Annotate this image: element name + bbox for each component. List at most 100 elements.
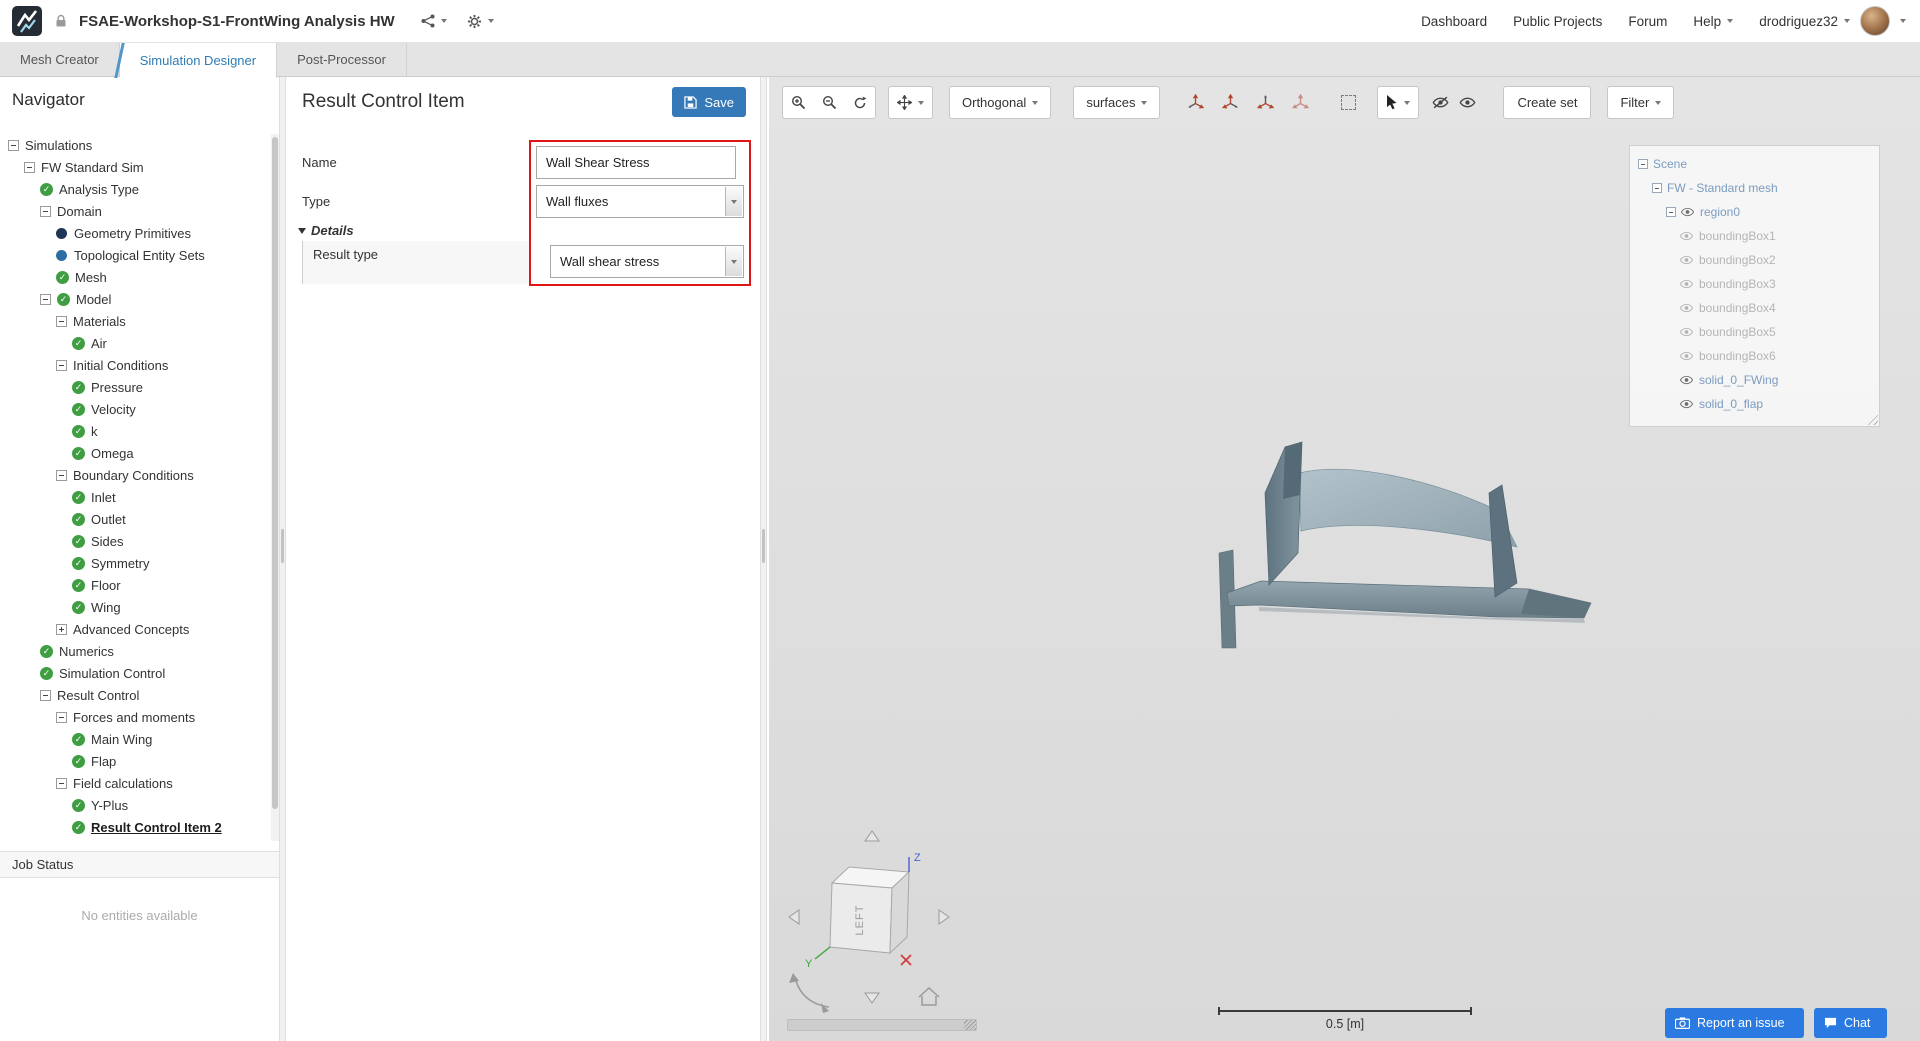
topnav-dashboard[interactable]: Dashboard [1421, 14, 1487, 29]
nav-tree-item-field-calculations[interactable]: Field calculations [0, 772, 270, 794]
tree-expander-icon[interactable] [40, 206, 51, 217]
share-button[interactable] [421, 14, 447, 28]
nav-tree-item-air[interactable]: ✓Air [0, 332, 270, 354]
pan-tool-icon[interactable] [889, 87, 932, 118]
nav-tree-item-mesh[interactable]: ✓Mesh [0, 266, 270, 288]
tree-expander-icon[interactable] [56, 360, 67, 371]
nav-tree-item-numerics[interactable]: ✓Numerics [0, 640, 270, 662]
nav-tree-item-wing[interactable]: ✓Wing [0, 596, 270, 618]
scene-tree-item-boundingbox1[interactable]: boundingBox1 [1634, 224, 1875, 248]
rotate-down-arrow[interactable] [865, 993, 879, 1003]
app-logo-icon[interactable] [12, 6, 42, 36]
projection-dropdown[interactable]: Orthogonal [950, 87, 1050, 118]
tree-expander-icon[interactable] [56, 316, 67, 327]
tree-expander-icon[interactable] [56, 778, 67, 789]
visibility-eye-icon[interactable] [1680, 375, 1693, 385]
tree-expander-icon[interactable] [8, 140, 19, 151]
scene-tree-item-solid-0-fwing[interactable]: solid_0_FWing [1634, 368, 1875, 392]
select-arrow-icon[interactable] [725, 247, 742, 276]
tab-post-processor[interactable]: Post-Processor [277, 43, 407, 76]
rotate-right-arrow[interactable] [939, 910, 949, 924]
filter-dropdown[interactable]: Filter [1608, 87, 1673, 118]
visibility-eye-icon[interactable] [1680, 399, 1693, 409]
nav-tree-item-boundary-conditions[interactable]: Boundary Conditions [0, 464, 270, 486]
tree-expander-icon[interactable] [56, 624, 67, 635]
visibility-eye-icon[interactable] [1680, 327, 1693, 337]
orientation-cube[interactable]: LEFT Z Y [777, 825, 967, 1030]
avatar[interactable] [1860, 6, 1890, 36]
topnav-help[interactable]: Help [1693, 14, 1733, 29]
visibility-eye-icon[interactable] [1680, 255, 1693, 265]
nav-tree-item-inlet[interactable]: ✓Inlet [0, 486, 270, 508]
nav-tree-item-velocity[interactable]: ✓Velocity [0, 398, 270, 420]
tree-expander-icon[interactable] [40, 294, 51, 305]
front-wing-model[interactable] [1199, 435, 1599, 650]
tree-expander-icon[interactable] [1666, 207, 1676, 217]
scene-tree-item-boundingbox4[interactable]: boundingBox4 [1634, 296, 1875, 320]
nav-tree-item-topological-entity-sets[interactable]: Topological Entity Sets [0, 244, 270, 266]
topnav-public-projects[interactable]: Public Projects [1513, 14, 1602, 29]
render-mode-dropdown[interactable]: surfaces [1074, 87, 1159, 118]
tree-expander-icon[interactable] [1638, 159, 1648, 169]
home-view-icon[interactable] [919, 988, 939, 1005]
nav-tree-item-k[interactable]: ✓k [0, 420, 270, 442]
nav-tree-item-domain[interactable]: Domain [0, 200, 270, 222]
splitter-right[interactable] [760, 77, 767, 1041]
zoom-in-icon[interactable] [783, 87, 814, 118]
refresh-icon[interactable] [845, 87, 875, 118]
nav-tree-item-model[interactable]: ✓Model [0, 288, 270, 310]
visibility-eye-icon[interactable] [1681, 207, 1694, 217]
nav-tree-item-result-control-item-2[interactable]: ✓Result Control Item 2 [0, 816, 270, 838]
nav-tree-item-symmetry[interactable]: ✓Symmetry [0, 552, 270, 574]
scene-tree-item-boundingbox3[interactable]: boundingBox3 [1634, 272, 1875, 296]
details-section-toggle[interactable]: Details [298, 223, 354, 238]
nav-tree-item-simulation-control[interactable]: ✓Simulation Control [0, 662, 270, 684]
report-issue-button[interactable]: Report an issue [1665, 1008, 1804, 1038]
nav-tree-item-flap[interactable]: ✓Flap [0, 750, 270, 772]
nav-tree-item-floor[interactable]: ✓Floor [0, 574, 270, 596]
name-input[interactable]: Wall Shear Stress [536, 146, 736, 179]
nav-tree-item-main-wing[interactable]: ✓Main Wing [0, 728, 270, 750]
tree-expander-icon[interactable] [56, 470, 67, 481]
type-select[interactable]: Wall fluxes [536, 185, 744, 218]
user-menu[interactable] [1860, 6, 1906, 36]
save-button[interactable]: Save [672, 87, 746, 117]
tab-simulation-designer[interactable]: Simulation Designer [120, 43, 277, 78]
show-eye-icon[interactable] [1454, 86, 1481, 119]
axes-triad-4-icon[interactable] [1287, 86, 1314, 119]
scene-tree-item-scene[interactable]: Scene [1634, 152, 1875, 176]
nav-tree-item-outlet[interactable]: ✓Outlet [0, 508, 270, 530]
nav-tree-item-fw-standard-sim[interactable]: FW Standard Sim [0, 156, 270, 178]
job-status-header[interactable]: Job Status [0, 851, 279, 878]
nav-tree-item-sides[interactable]: ✓Sides [0, 530, 270, 552]
chat-button[interactable]: Chat [1814, 1008, 1887, 1038]
viewer-3d[interactable]: Orthogonal surfaces [769, 77, 1920, 1041]
nav-tree-item-geometry-primitives[interactable]: Geometry Primitives [0, 222, 270, 244]
axes-triad-2-icon[interactable] [1217, 86, 1244, 119]
nav-tree-item-omega[interactable]: ✓Omega [0, 442, 270, 464]
tab-mesh-creator[interactable]: Mesh Creator [0, 43, 120, 76]
rotate-cw-arrow[interactable] [795, 977, 829, 1007]
nav-tree-item-materials[interactable]: Materials [0, 310, 270, 332]
scene-tree-item-boundingbox5[interactable]: boundingBox5 [1634, 320, 1875, 344]
zoom-out-icon[interactable] [814, 87, 845, 118]
result-type-select[interactable]: Wall shear stress [550, 245, 744, 278]
topnav-drodriguez32[interactable]: drodriguez32 [1759, 14, 1850, 29]
tree-expander-icon[interactable] [1652, 183, 1662, 193]
nav-tree-item-pressure[interactable]: ✓Pressure [0, 376, 270, 398]
nav-tree-item-result-control[interactable]: Result Control [0, 684, 270, 706]
scene-tree-item-fw-standard-mesh[interactable]: FW - Standard mesh [1634, 176, 1875, 200]
settings-gear-button[interactable] [467, 14, 494, 29]
nav-tree-item-forces-and-moments[interactable]: Forces and moments [0, 706, 270, 728]
create-set-button[interactable]: Create set [1504, 87, 1590, 118]
viewer-horizontal-scrollbar[interactable] [787, 1019, 977, 1031]
topnav-forum[interactable]: Forum [1628, 14, 1667, 29]
hide-eye-icon[interactable] [1427, 86, 1454, 119]
scene-tree-item-solid-0-flap[interactable]: solid_0_flap [1634, 392, 1875, 416]
scene-tree-item-boundingbox2[interactable]: boundingBox2 [1634, 248, 1875, 272]
visibility-eye-icon[interactable] [1680, 279, 1693, 289]
rotate-up-arrow[interactable] [865, 831, 879, 841]
tree-expander-icon[interactable] [56, 712, 67, 723]
rotate-left-arrow[interactable] [789, 910, 799, 924]
nav-tree-item-simulations[interactable]: Simulations [0, 134, 270, 156]
